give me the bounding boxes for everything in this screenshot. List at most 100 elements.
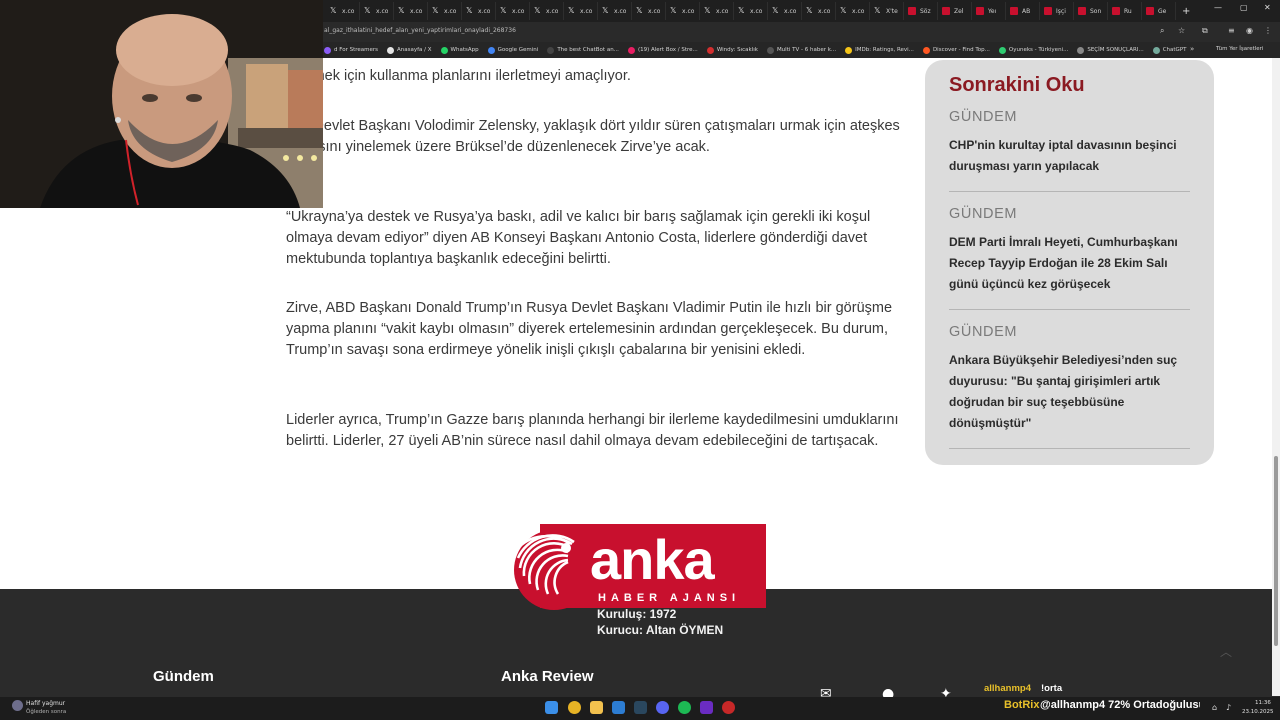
browser-tab[interactable]: 𝕏x.co <box>564 2 598 20</box>
browser-tab[interactable]: Ru <box>1108 2 1142 20</box>
browser-tab[interactable]: 𝕏 X'te <box>870 2 904 20</box>
all-bookmarks-link[interactable]: Tüm Yer İşaretleri <box>1216 46 1263 52</box>
x-logo-icon: 𝕏 <box>840 6 847 15</box>
media-icon[interactable]: ≡ <box>1228 26 1235 35</box>
browser-tab[interactable]: 𝕏x.co <box>394 2 428 20</box>
clock-date[interactable]: 23.10.2025 <box>1242 709 1274 715</box>
bookmark-star-icon[interactable]: ☆ <box>1178 26 1185 35</box>
extensions-icon[interactable]: ⧉ <box>1202 26 1208 36</box>
bookmark-favicon-icon <box>387 46 394 54</box>
tab-label: x.co <box>818 7 831 15</box>
browser-tab[interactable]: 𝕏x.co <box>768 2 802 20</box>
weather-time[interactable]: Öğleden sonra <box>26 709 66 715</box>
file-explorer-icon[interactable] <box>590 701 603 714</box>
bookmark-item[interactable]: ChatGPT <box>1152 46 1187 54</box>
bookmark-item[interactable]: Discover - Find Top... <box>922 46 990 54</box>
read-next-item[interactable]: GÜNDEM DEM Parti İmralı Heyeti, Cumhurba… <box>949 206 1190 310</box>
bookmark-item[interactable]: WhatsApp <box>440 46 479 54</box>
bookmark-item[interactable]: Anasayfa / X <box>387 46 432 54</box>
clock-time[interactable]: 11:36 <box>1255 700 1271 706</box>
bookmark-item[interactable]: d For Streamers <box>324 46 378 54</box>
category-label[interactable]: GÜNDEM <box>949 206 1190 222</box>
bookmark-favicon-icon <box>706 46 714 54</box>
bookmark-item[interactable]: Windy: Sıcaklık <box>706 46 758 54</box>
bookmark-label: ChatGPT <box>1162 47 1187 53</box>
edge-icon[interactable] <box>612 701 625 714</box>
new-tab-button[interactable]: + <box>1182 6 1190 17</box>
bookmark-label: IMDb: Ratings, Revi... <box>855 47 914 53</box>
category-label[interactable]: GÜNDEM <box>949 109 1190 125</box>
read-next-item[interactable]: GÜNDEM Ankara Büyükşehir Belediyesi’nden… <box>949 324 1190 449</box>
discord-icon[interactable] <box>656 701 669 714</box>
browser-tab[interactable]: 𝕏x.co <box>632 2 666 20</box>
browser-tab[interactable]: 𝕏x.co <box>326 2 360 20</box>
browser-tab[interactable]: 𝕏x.co <box>700 2 734 20</box>
browser-tab[interactable]: 𝕏x.co <box>598 2 632 20</box>
bookmark-item[interactable]: The best ChatBot an... <box>547 46 619 54</box>
x-logo-icon: 𝕏 <box>432 6 439 15</box>
url-text[interactable]: al_gaz_ithalatini_hedef_alan_yeni_yaptir… <box>324 27 516 34</box>
steam-icon[interactable] <box>634 701 647 714</box>
browser-tab[interactable]: Zel <box>938 2 972 20</box>
scrollbar-thumb[interactable] <box>1274 456 1278 646</box>
menu-icon[interactable]: ⋮ <box>1264 26 1272 35</box>
bookmark-item[interactable]: Oyuneks - Türkiyeni... <box>998 46 1068 54</box>
bookmark-item[interactable]: (19) Alert Box / Stre... <box>627 46 698 54</box>
browser-tab[interactable]: 𝕏x.co <box>496 2 530 20</box>
bookmark-favicon-icon <box>766 46 774 54</box>
kick-icon[interactable] <box>700 701 713 714</box>
obs-icon[interactable] <box>722 701 735 714</box>
browser-tab[interactable]: AB <box>1006 2 1040 20</box>
zoom-icon[interactable]: ⌕ <box>1160 26 1164 36</box>
weather-icon[interactable] <box>12 700 23 711</box>
logo-subtitle: HABER AJANSI <box>598 592 741 604</box>
scroll-to-top-icon[interactable]: ︿ <box>1220 643 1232 660</box>
chat-command: !orta <box>1041 683 1063 694</box>
bookmark-item[interactable]: IMDb: Ratings, Revi... <box>845 46 914 54</box>
spotify-icon[interactable] <box>678 701 691 714</box>
chrome-icon[interactable] <box>568 701 581 714</box>
headline-link[interactable]: CHP'nin kurultay iptal davasının beşinci… <box>949 135 1190 177</box>
browser-tab[interactable]: Söz <box>904 2 938 20</box>
browser-tab[interactable]: 𝕏x.co <box>462 2 496 20</box>
bookmark-label: WhatsApp <box>450 47 479 53</box>
tab-label: x.co <box>444 7 457 15</box>
browser-tab[interactable]: Son <box>1074 2 1108 20</box>
close-window-icon[interactable]: ✕ <box>1264 3 1271 12</box>
weather-condition[interactable]: Hafif yağmur <box>26 700 65 707</box>
maximize-icon[interactable]: ▢ <box>1240 3 1248 12</box>
footer-column-gundem[interactable]: Gündem <box>153 668 214 685</box>
bookmark-item[interactable]: SEÇİM SONUÇLARI... <box>1077 46 1144 54</box>
tab-label: x.co <box>376 7 389 15</box>
x-logo-icon: 𝕏 <box>806 6 813 15</box>
browser-tab[interactable]: 𝕏x.co <box>530 2 564 20</box>
category-label[interactable]: GÜNDEM <box>949 324 1190 340</box>
bookmark-item[interactable]: Multi TV - 6 haber k... <box>766 46 836 54</box>
tab-label: x.co <box>410 7 423 15</box>
browser-tab[interactable]: 𝕏x.co <box>360 2 394 20</box>
footer-column-anka-review[interactable]: Anka Review <box>501 668 594 685</box>
headline-link[interactable]: Ankara Büyükşehir Belediyesi’nden suç du… <box>949 350 1190 434</box>
x-logo-icon: 𝕏 <box>398 6 405 15</box>
x-logo-icon: 𝕏 <box>466 6 473 15</box>
headline-link[interactable]: DEM Parti İmralı Heyeti, Cumhurbaşkanı R… <box>949 232 1190 295</box>
browser-tab[interactable]: 𝕏x.co <box>666 2 700 20</box>
start-icon[interactable] <box>545 701 558 714</box>
browser-tab[interactable]: İşçi <box>1040 2 1074 20</box>
network-icon[interactable]: ⌂ <box>1212 703 1217 712</box>
minimize-icon[interactable]: — <box>1214 3 1222 12</box>
bookmark-item[interactable]: Google Gemini <box>487 46 538 54</box>
read-next-item[interactable]: GÜNDEM CHP'nin kurultay iptal davasının … <box>949 109 1190 192</box>
profile-icon[interactable]: ◉ <box>1246 26 1253 35</box>
browser-tab[interactable]: Ge <box>1142 2 1176 20</box>
anka-logo[interactable]: anka HABER AJANSI <box>506 524 768 610</box>
browser-tab[interactable]: Yeı <box>972 2 1006 20</box>
bookmarks-overflow-icon[interactable]: » <box>1190 45 1194 53</box>
volume-icon[interactable]: ♪ <box>1226 703 1231 712</box>
browser-tab[interactable]: 𝕏x.co <box>836 2 870 20</box>
tab-label: Söz <box>920 7 931 15</box>
tab-label: İşçi <box>1056 7 1066 15</box>
browser-tab[interactable]: 𝕏x.co <box>802 2 836 20</box>
browser-tab[interactable]: 𝕏x.co <box>428 2 462 20</box>
browser-tab[interactable]: 𝕏x.co <box>734 2 768 20</box>
